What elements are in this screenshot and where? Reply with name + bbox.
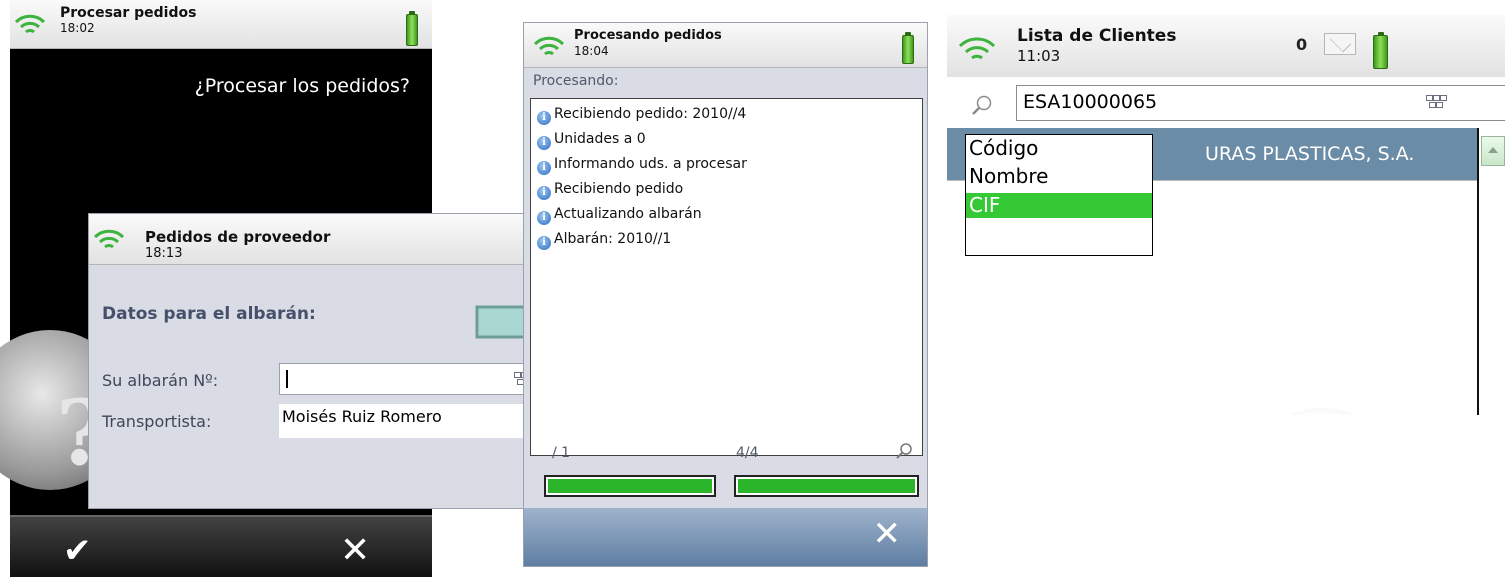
albaran-label: Su albarán Nº:	[102, 371, 219, 390]
search-input[interactable]: ESA10000065	[1016, 85, 1505, 121]
transportista-value: Moisés Ruiz Romero	[282, 407, 442, 426]
list-item: i Albarán: 2010//1	[537, 231, 671, 251]
title-bar: Procesar pedidos 18:02	[10, 0, 432, 49]
check-icon[interactable]: ✔	[63, 531, 92, 571]
battery-icon	[902, 35, 914, 64]
wifi-icon	[958, 37, 996, 60]
processing-orders-screen: Procesando pedidos 18:04 Procesando: i Re…	[523, 22, 928, 567]
screen-title: Procesar pedidos	[60, 5, 197, 21]
battery-icon	[1373, 35, 1388, 69]
screen-title: Procesando pedidos	[574, 28, 722, 43]
wifi-icon	[14, 14, 46, 34]
info-icon: i	[537, 186, 551, 200]
dropdown-option-codigo[interactable]: Código	[966, 136, 1152, 161]
search-field-dropdown[interactable]: Código Nombre CIF	[965, 134, 1153, 256]
close-icon[interactable]: ✕	[340, 530, 370, 571]
battery-icon	[406, 14, 418, 46]
steps-progress-bar	[734, 475, 919, 497]
message-count: 0	[1296, 35, 1308, 54]
info-icon: i	[537, 111, 551, 125]
list-item: i Recibiendo pedido	[537, 181, 683, 201]
command-bar: ✕	[524, 508, 927, 566]
info-icon: i	[537, 161, 551, 175]
wifi-icon	[93, 229, 125, 249]
list-item: i Recibiendo pedido: 2010//4	[537, 106, 746, 126]
orders-progress-bar	[544, 475, 716, 497]
close-icon[interactable]: ✕	[873, 514, 902, 554]
albaran-field[interactable]	[279, 363, 545, 395]
section-heading: Datos para el albarán:	[102, 304, 316, 324]
title-bar: Pedidos de proveedor 18:13	[89, 214, 549, 265]
dropdown-option-nombre[interactable]: Nombre	[966, 164, 1152, 189]
softkey-bar: ✔ ✕	[10, 515, 432, 577]
list-item: i Unidades a 0	[537, 131, 646, 151]
info-icon: i	[537, 211, 551, 225]
search-icon[interactable]	[895, 442, 913, 460]
clock: 18:13	[145, 246, 183, 261]
confirm-question: ¿Procesar los pedidos?	[194, 75, 410, 97]
info-icon: i	[537, 136, 551, 150]
clock: 11:03	[1017, 47, 1061, 65]
orders-counter: / 1	[552, 445, 571, 461]
client-name: URAS PLASTICAS, S.A.	[1205, 143, 1415, 165]
clock: 18:04	[574, 44, 609, 58]
scroll-up-icon[interactable]	[1481, 136, 1505, 166]
mail-icon[interactable]	[1324, 33, 1356, 55]
title-bar: Lista de Clientes 11:03 0	[947, 15, 1505, 78]
steps-counter: 4/4	[736, 445, 759, 461]
search-value: ESA10000065	[1023, 91, 1158, 113]
scrollbar[interactable]	[1479, 128, 1505, 415]
title-bar: Procesando pedidos 18:04	[524, 23, 927, 68]
process-log[interactable]: i Recibiendo pedido: 2010//4 i Unidades a …	[530, 98, 923, 456]
text-cursor	[286, 370, 288, 388]
screen-title: Pedidos de proveedor	[145, 228, 331, 246]
supplier-orders-dialog: Pedidos de proveedor 18:13 Datos para el…	[88, 213, 550, 509]
screen-title: Lista de Clientes	[1017, 26, 1177, 46]
clock: 18:02	[60, 21, 95, 35]
keyboard-icon[interactable]	[1426, 95, 1448, 109]
list-item: i Actualizando albarán	[537, 206, 702, 226]
info-icon: i	[537, 236, 551, 250]
search-icon[interactable]	[971, 94, 993, 116]
transportista-select[interactable]: Moisés Ruiz Romero	[279, 404, 545, 438]
list-item: i Informando uds. a procesar	[537, 156, 747, 176]
dropdown-option-cif[interactable]: CIF	[966, 193, 1152, 218]
wifi-icon	[533, 36, 565, 56]
transportista-label: Transportista:	[102, 412, 212, 431]
status-label: Procesando:	[533, 73, 619, 89]
magnifier-watermark-icon	[1242, 408, 1402, 415]
client-list-screen: Lista de Clientes 11:03 0 ESA10000065 UR…	[947, 15, 1505, 415]
